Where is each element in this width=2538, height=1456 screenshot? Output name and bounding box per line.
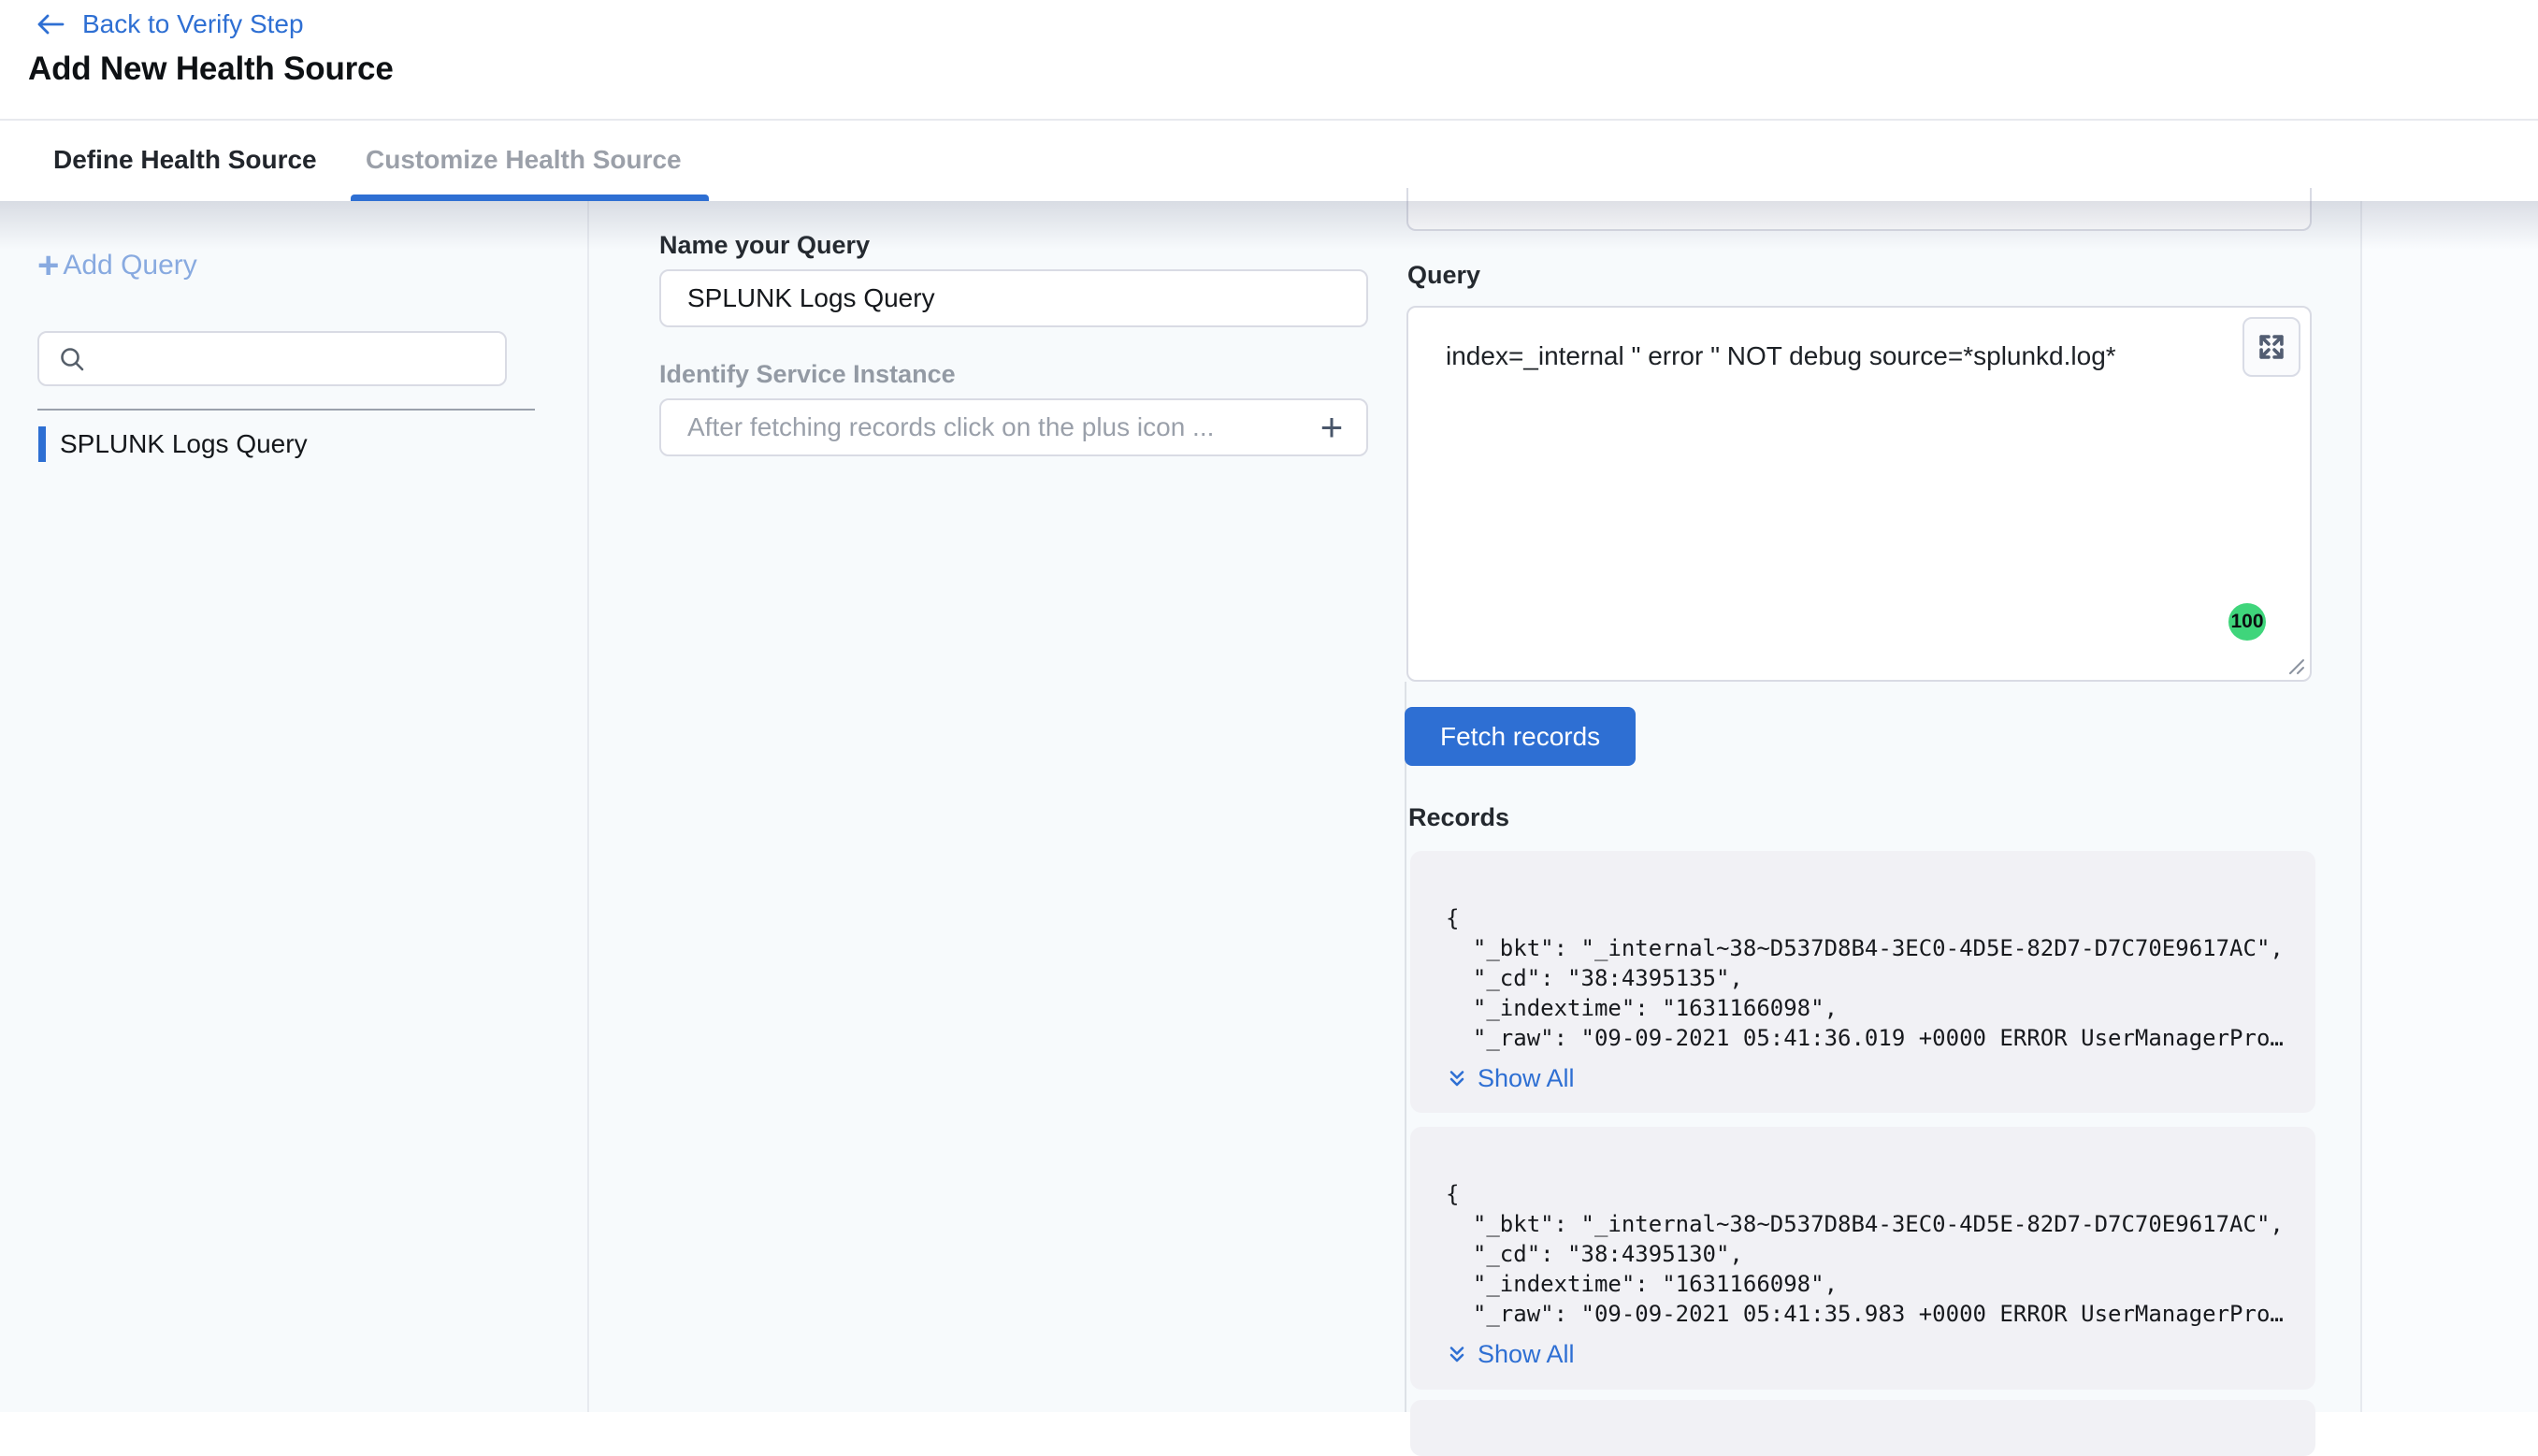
query-textarea[interactable]: index=_internal " error " NOT debug sour…	[1406, 306, 2312, 682]
sidebar-item-splunk-logs-query[interactable]: SPLUNK Logs Query	[0, 424, 589, 465]
double-chevron-down-icon	[1446, 1068, 1468, 1090]
query-value: index=_internal " error " NOT debug sour…	[1446, 339, 2216, 373]
show-all-label: Show All	[1478, 1340, 1575, 1369]
record-json: { "_bkt": "_internal~38~D537D8B4-3EC0-4D…	[1410, 851, 2315, 1053]
active-tab-underline	[351, 195, 709, 201]
json-line: "_bkt": "_internal~38~D537D8B4-3EC0-4D5E…	[1446, 1209, 2297, 1239]
record-card-clipped	[1410, 1400, 2315, 1456]
name-your-query-label: Name your Query	[659, 231, 870, 260]
back-arrow-icon	[36, 11, 65, 37]
records-left-border	[1405, 682, 1406, 1412]
content-area: + Add Query SPLUNK Logs Query Name your …	[0, 201, 2538, 1412]
json-line: "_indextime": "1631166098",	[1446, 993, 2297, 1023]
identify-service-instance-label: Identify Service Instance	[659, 360, 956, 389]
fetch-records-button[interactable]: Fetch records	[1405, 707, 1636, 766]
query-sidebar: + Add Query SPLUNK Logs Query	[0, 201, 589, 1412]
service-instance-input[interactable]	[659, 398, 1368, 456]
record-card: { "_bkt": "_internal~38~D537D8B4-3EC0-4D…	[1410, 851, 2315, 1113]
back-link-label: Back to Verify Step	[82, 9, 304, 39]
tab-define-health-source[interactable]: Define Health Source	[53, 145, 317, 175]
add-service-instance-plus-button[interactable]: +	[1308, 404, 1355, 451]
page-title: Add New Health Source	[28, 50, 394, 88]
show-all-link[interactable]: Show All	[1446, 1064, 2315, 1093]
json-line: {	[1446, 903, 2297, 933]
query-item-label: SPLUNK Logs Query	[60, 429, 308, 459]
json-line: "_indextime": "1631166098",	[1446, 1269, 2297, 1299]
tab-customize-health-source[interactable]: Customize Health Source	[366, 145, 682, 175]
add-query-button[interactable]: + Add Query	[37, 250, 197, 281]
record-card: { "_bkt": "_internal~38~D537D8B4-3EC0-4D…	[1410, 1127, 2315, 1390]
json-line: "_raw": "09-09-2021 05:41:36.019 +0000 E…	[1446, 1023, 2297, 1053]
expand-icon	[2256, 331, 2287, 363]
sidebar-divider	[37, 409, 535, 411]
expand-query-button[interactable]	[2242, 317, 2300, 377]
right-edge-divider	[2360, 201, 2362, 1412]
selected-indicator-bar	[38, 426, 46, 462]
search-icon	[58, 345, 86, 373]
json-line: "_cd": "38:4395135",	[1446, 963, 2297, 993]
json-line: "_bkt": "_internal~38~D537D8B4-3EC0-4D5E…	[1446, 933, 2297, 963]
json-line: {	[1446, 1179, 2297, 1209]
plus-icon: +	[37, 252, 59, 280]
right-strip	[2362, 201, 2538, 1412]
show-all-link[interactable]: Show All	[1446, 1340, 2315, 1369]
double-chevron-down-icon	[1446, 1344, 1468, 1366]
records-label: Records	[1408, 803, 1509, 832]
query-search-box[interactable]	[37, 331, 507, 386]
add-query-label: Add Query	[63, 250, 196, 281]
service-instance-field: +	[659, 398, 1368, 456]
search-input[interactable]	[99, 344, 473, 374]
query-builder-panel: Query index=_internal " error " NOT debu…	[1379, 201, 2360, 1412]
record-count-badge: 100	[2228, 603, 2266, 641]
resize-handle-icon[interactable]	[2282, 652, 2306, 676]
json-line: "_raw": "09-09-2021 05:41:35.983 +0000 E…	[1446, 1299, 2297, 1329]
back-link[interactable]: Back to Verify Step	[36, 9, 304, 39]
json-line: "_cd": "38:4395130",	[1446, 1239, 2297, 1269]
clipped-input-above[interactable]	[1406, 188, 2312, 231]
query-name-input[interactable]	[659, 269, 1368, 327]
page-header: Back to Verify Step Add New Health Sourc…	[0, 0, 2538, 119]
record-json: { "_bkt": "_internal~38~D537D8B4-3EC0-4D…	[1410, 1127, 2315, 1329]
query-form-column: Name your Query Identify Service Instanc…	[591, 201, 1379, 1412]
query-label: Query	[1407, 261, 1480, 290]
show-all-label: Show All	[1478, 1064, 1575, 1093]
